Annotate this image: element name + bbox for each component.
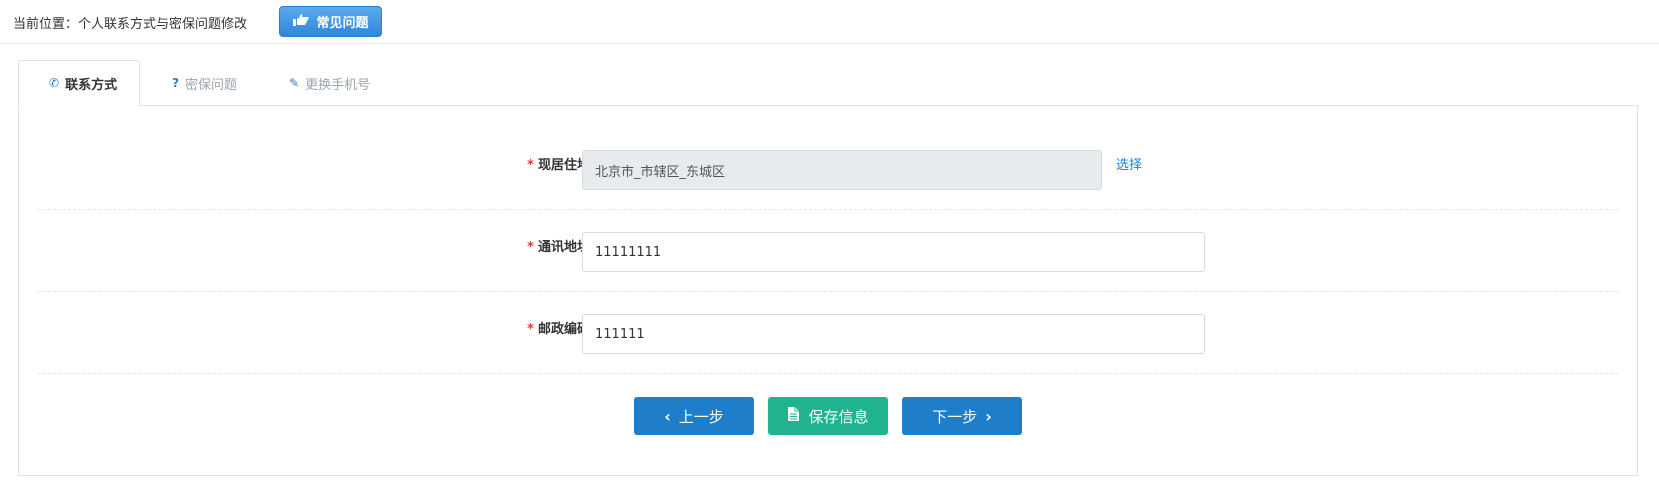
tab-bar: ✆ 联系方式 ? 密保问题 ✎ 更换手机号 xyxy=(18,60,370,106)
tab-contact-label: 联系方式 xyxy=(65,77,118,93)
required-mark: * xyxy=(527,158,534,173)
prev-step-button[interactable]: ‹ 上一步 xyxy=(634,397,754,435)
tab-change-phone-label: 更换手机号 xyxy=(305,77,371,93)
document-icon xyxy=(787,406,800,426)
address-label: * 通讯地址 xyxy=(527,236,590,255)
next-step-button[interactable]: 下一步 › xyxy=(902,397,1022,435)
required-mark: * xyxy=(527,322,534,337)
tab-change-phone[interactable]: ✎ 更换手机号 xyxy=(237,60,370,106)
residence-row: *现居住地 选择 xyxy=(38,128,1618,210)
save-info-button[interactable]: 保存信息 xyxy=(768,397,888,435)
save-info-label: 保存信息 xyxy=(808,407,869,426)
select-residence-link[interactable]: 选择 xyxy=(1116,154,1142,173)
residence-field[interactable] xyxy=(582,150,1102,190)
address-input[interactable] xyxy=(582,232,1205,272)
phone-icon: ✆ xyxy=(49,76,60,90)
postcode-row: * 邮政编码 xyxy=(38,292,1618,374)
required-mark: * xyxy=(527,240,534,255)
chevron-left-icon: ‹ xyxy=(664,406,671,426)
tab-contact[interactable]: ✆ 联系方式 xyxy=(18,60,141,106)
question-icon: ? xyxy=(172,76,180,90)
address-row: * 通讯地址 xyxy=(38,210,1618,292)
next-step-label: 下一步 xyxy=(932,407,978,426)
faq-button[interactable]: 常见问题 xyxy=(279,6,382,37)
chevron-right-icon: › xyxy=(985,406,992,426)
top-bar: 当前位置：个人联系方式与密保问题修改 常见问题 xyxy=(0,0,1659,44)
prev-step-label: 上一步 xyxy=(678,407,724,426)
breadcrumb: 当前位置：个人联系方式与密保问题修改 xyxy=(13,17,248,32)
hand-pointer-icon xyxy=(292,13,310,31)
tab-security-questions-label: 密保问题 xyxy=(185,77,238,93)
postcode-label: * 邮政编码 xyxy=(527,318,590,337)
faq-button-label: 常见问题 xyxy=(316,16,369,31)
pencil-icon: ✎ xyxy=(289,76,300,90)
postcode-input[interactable] xyxy=(582,314,1205,354)
residence-label: * 现居住地 xyxy=(527,154,590,173)
tab-security-questions[interactable]: ? 密保问题 xyxy=(140,60,237,106)
